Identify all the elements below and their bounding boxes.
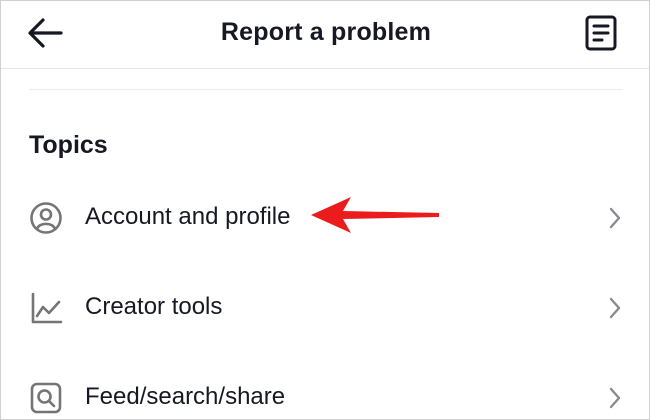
topic-label: Creator tools (85, 293, 223, 320)
line-chart-icon (29, 291, 63, 325)
search-square-icon (29, 381, 63, 415)
chevron-right-icon (605, 205, 625, 231)
topic-creator-tools[interactable]: Creator tools (1, 275, 649, 339)
topic-label: Feed/search/share (85, 383, 286, 410)
report-problem-screen: Report a problem Topics Account and prof… (0, 0, 650, 420)
page-title: Report a problem (220, 17, 432, 46)
chevron-right-icon (605, 295, 625, 321)
section-title: Topics (29, 131, 108, 159)
user-circle-icon (29, 201, 63, 235)
section-divider (29, 89, 623, 90)
top-bar: Report a problem (1, 1, 649, 69)
topic-label: Account and profile (85, 203, 291, 230)
annotation-arrow-icon (311, 197, 439, 233)
topic-feed-search-share[interactable]: Feed/search/share (1, 365, 649, 419)
report-history-button[interactable] (581, 13, 621, 53)
chevron-right-icon (605, 385, 625, 411)
document-list-icon (585, 15, 617, 51)
